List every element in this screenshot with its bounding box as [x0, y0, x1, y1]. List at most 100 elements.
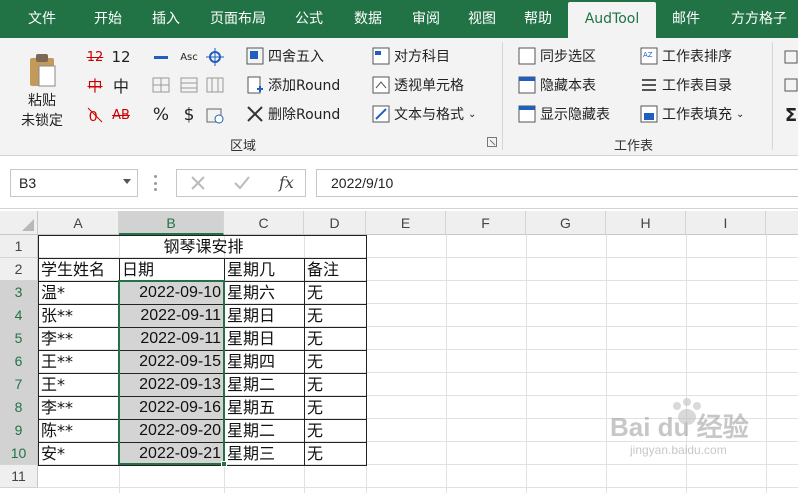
- chevron-down-icon[interactable]: [123, 179, 131, 184]
- table-cell[interactable]: 星期二: [224, 373, 304, 396]
- dollar-icon[interactable]: $: [178, 104, 200, 126]
- table-cell[interactable]: 星期日: [224, 327, 304, 350]
- column-header-g[interactable]: G: [526, 211, 606, 235]
- tab-file[interactable]: 文件: [14, 0, 70, 38]
- number-strike-icon[interactable]: 12: [84, 46, 106, 68]
- sum-icon[interactable]: Σ: [780, 104, 798, 126]
- header-cell[interactable]: 学生姓名: [38, 258, 119, 281]
- table-cell[interactable]: 温*: [38, 281, 119, 304]
- name-box[interactable]: B3: [10, 169, 138, 197]
- row-header[interactable]: 4: [0, 304, 38, 327]
- formula-input[interactable]: 2022/9/10: [316, 169, 798, 197]
- table-cell[interactable]: 无: [304, 304, 366, 327]
- percent-icon[interactable]: %: [150, 104, 172, 126]
- sheet-sort-button[interactable]: AZ 工作表排序: [640, 44, 732, 68]
- table-cell[interactable]: 星期四: [224, 350, 304, 373]
- table-cell[interactable]: 无: [304, 419, 366, 442]
- paste-unlocked-button[interactable]: 粘贴 未锁定: [18, 46, 66, 130]
- table-cell[interactable]: 星期六: [224, 281, 304, 304]
- column-header-i[interactable]: I: [686, 211, 766, 235]
- merge-table-icon[interactable]: [204, 74, 226, 96]
- remove-round-button[interactable]: 删除Round: [246, 102, 340, 126]
- trace-cell-button[interactable]: 透视单元格: [372, 73, 464, 97]
- row-header[interactable]: 8: [0, 396, 38, 419]
- cancel-icon[interactable]: [189, 174, 207, 196]
- table-cell[interactable]: 无: [304, 396, 366, 419]
- confirm-icon[interactable]: [233, 174, 251, 196]
- tab-review[interactable]: 审阅: [398, 0, 454, 38]
- row-header[interactable]: 6: [0, 350, 38, 373]
- row-header[interactable]: 1: [0, 235, 38, 258]
- table-cell[interactable]: 王*: [38, 373, 119, 396]
- row-header[interactable]: 10: [0, 442, 38, 465]
- insert-function-icon[interactable]: fx: [279, 173, 294, 192]
- asc-text-icon[interactable]: Asc: [178, 46, 200, 68]
- row-header[interactable]: 9: [0, 419, 38, 442]
- column-header-a[interactable]: A: [38, 211, 119, 235]
- column-header-h[interactable]: H: [606, 211, 686, 235]
- table-cell[interactable]: 王**: [38, 350, 119, 373]
- tab-formulas[interactable]: 公式: [284, 0, 334, 38]
- chinese-char-icon[interactable]: 中: [110, 74, 132, 96]
- header-cell[interactable]: 日期: [119, 258, 224, 281]
- table-cell[interactable]: 李**: [38, 327, 119, 350]
- hide-sheet-button[interactable]: 隐藏本表: [518, 73, 596, 97]
- number-icon[interactable]: 12: [110, 46, 132, 68]
- table-cell[interactable]: 安*: [38, 442, 119, 465]
- tab-page-layout[interactable]: 页面布局: [200, 0, 276, 38]
- row-header[interactable]: 3: [0, 281, 38, 304]
- table-cell[interactable]: 星期五: [224, 396, 304, 419]
- tab-audtool[interactable]: AudTool: [568, 2, 656, 38]
- tab-insert[interactable]: 插入: [138, 0, 194, 38]
- table-cell[interactable]: 无: [304, 442, 366, 465]
- chinese-strike-icon[interactable]: 中: [84, 74, 106, 96]
- dialog-launcher-icon[interactable]: [486, 136, 498, 148]
- column-header-c[interactable]: C: [224, 211, 304, 235]
- letters-strike-icon[interactable]: AB: [110, 104, 132, 126]
- table-cell[interactable]: 无: [304, 373, 366, 396]
- table-cell[interactable]: 无: [304, 350, 366, 373]
- header-cell[interactable]: 备注: [304, 258, 366, 281]
- row-header[interactable]: 11: [0, 465, 38, 488]
- header-cell[interactable]: 星期几: [224, 258, 304, 281]
- sync-selection-button[interactable]: 同步选区: [518, 44, 596, 68]
- table-cell[interactable]: 星期三: [224, 442, 304, 465]
- more-tool-icon[interactable]: [780, 46, 798, 68]
- column-header-e[interactable]: E: [366, 211, 446, 235]
- crosshair-icon[interactable]: [204, 46, 226, 68]
- column-header-j[interactable]: [766, 211, 798, 235]
- tab-help[interactable]: 帮助: [510, 0, 566, 38]
- row-header[interactable]: 5: [0, 327, 38, 350]
- tab-home[interactable]: 开始: [80, 0, 136, 38]
- column-header-f[interactable]: F: [446, 211, 526, 235]
- more-tool-icon-2[interactable]: [780, 74, 798, 96]
- show-hidden-sheets-button[interactable]: 显示隐藏表: [518, 102, 610, 126]
- round-button[interactable]: 四舍五入: [246, 44, 324, 68]
- table-cell[interactable]: 星期二: [224, 419, 304, 442]
- text-format-button[interactable]: 文本与格式 ⌄: [372, 102, 476, 126]
- table-cell[interactable]: 张**: [38, 304, 119, 327]
- table-cell[interactable]: 无: [304, 281, 366, 304]
- tab-fangfang-gezi[interactable]: 方方格子: [718, 0, 798, 38]
- tab-data[interactable]: 数据: [340, 0, 396, 38]
- table-cell[interactable]: 星期日: [224, 304, 304, 327]
- opposite-account-button[interactable]: 对方科目: [372, 44, 450, 68]
- row-header[interactable]: 2: [0, 258, 38, 281]
- tab-view[interactable]: 视图: [454, 0, 510, 38]
- calendar-clock-icon[interactable]: [204, 104, 226, 126]
- tab-mail[interactable]: 邮件: [662, 0, 710, 38]
- column-header-b[interactable]: B: [119, 211, 224, 235]
- column-header-d[interactable]: D: [304, 211, 366, 235]
- drag-handle-icon[interactable]: [154, 175, 158, 191]
- select-all-corner[interactable]: [0, 211, 38, 235]
- dash-icon[interactable]: [150, 46, 172, 68]
- row-header[interactable]: 7: [0, 373, 38, 396]
- table-cell[interactable]: 李**: [38, 396, 119, 419]
- zero-strike-icon[interactable]: 0: [84, 104, 106, 126]
- sheet-directory-button[interactable]: 工作表目录: [640, 73, 732, 97]
- grid-icon[interactable]: [150, 74, 172, 96]
- fill-handle[interactable]: [221, 461, 227, 467]
- table-cell[interactable]: 无: [304, 327, 366, 350]
- table-icon[interactable]: [178, 74, 200, 96]
- add-round-button[interactable]: 添加Round: [246, 73, 340, 97]
